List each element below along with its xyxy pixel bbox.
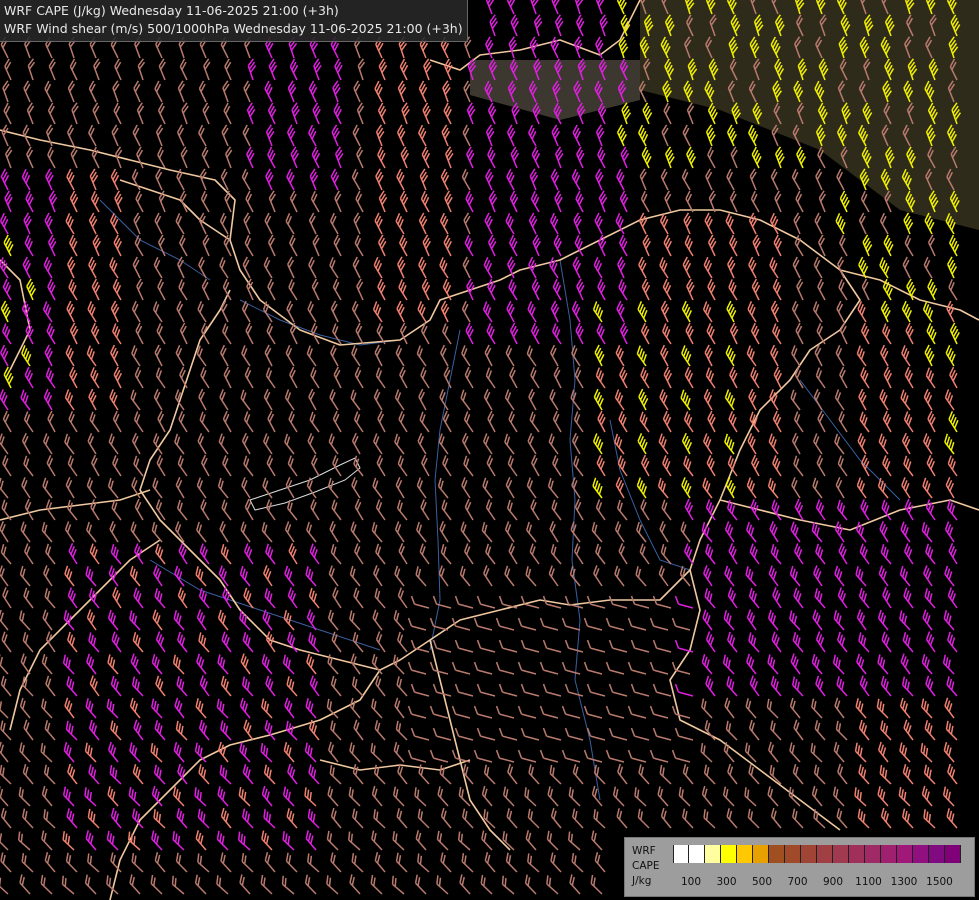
map-title: WRF CAPE (J/kg) Wednesday 11-06-2025 21:… bbox=[0, 0, 468, 42]
legend-tick: 1100 bbox=[855, 876, 882, 888]
legend-swatch bbox=[673, 845, 689, 863]
legend-swatch bbox=[769, 845, 785, 863]
legend-tick-labels: 100 300 500 700 900 1100 1300 1500 bbox=[673, 876, 963, 890]
legend-swatch bbox=[689, 845, 705, 863]
weather-map bbox=[0, 0, 979, 900]
legend-color-scale bbox=[673, 845, 961, 863]
legend-tick: 500 bbox=[751, 876, 773, 888]
legend-swatch bbox=[785, 845, 801, 863]
legend-swatch bbox=[753, 845, 769, 863]
legend-tick: 700 bbox=[787, 876, 808, 888]
legend-swatch bbox=[801, 845, 817, 863]
legend-swatch bbox=[833, 845, 849, 863]
legend-swatch bbox=[881, 845, 897, 863]
legend-swatch bbox=[897, 845, 913, 863]
legend-variable-label: CAPE bbox=[632, 860, 660, 872]
legend-swatch bbox=[929, 845, 945, 863]
legend-tick: 100 bbox=[680, 876, 702, 888]
legend-swatch bbox=[817, 845, 833, 863]
legend-tick: 300 bbox=[716, 876, 737, 888]
legend-swatch bbox=[737, 845, 753, 863]
legend-swatch bbox=[945, 845, 961, 863]
cape-title: WRF CAPE (J/kg) Wednesday 11-06-2025 21:… bbox=[4, 3, 339, 18]
legend-swatch bbox=[849, 845, 865, 863]
legend-tick: 1300 bbox=[890, 876, 918, 888]
legend-swatch bbox=[721, 845, 737, 863]
wind-shear-title: WRF Wind shear (m/s) 500/1000hPa Wednesd… bbox=[4, 21, 463, 36]
legend-swatch bbox=[705, 845, 721, 863]
legend-unit-label: J/kg bbox=[632, 875, 652, 887]
cape-legend: WRF CAPE J/kg 100 300 500 700 900 1100 1300 150… bbox=[624, 837, 975, 897]
legend-model-label: WRF bbox=[632, 845, 656, 857]
legend-tick: 1500 bbox=[926, 876, 953, 888]
legend-tick: 900 bbox=[822, 876, 844, 888]
legend-swatch bbox=[913, 845, 929, 863]
legend-swatch bbox=[865, 845, 881, 863]
